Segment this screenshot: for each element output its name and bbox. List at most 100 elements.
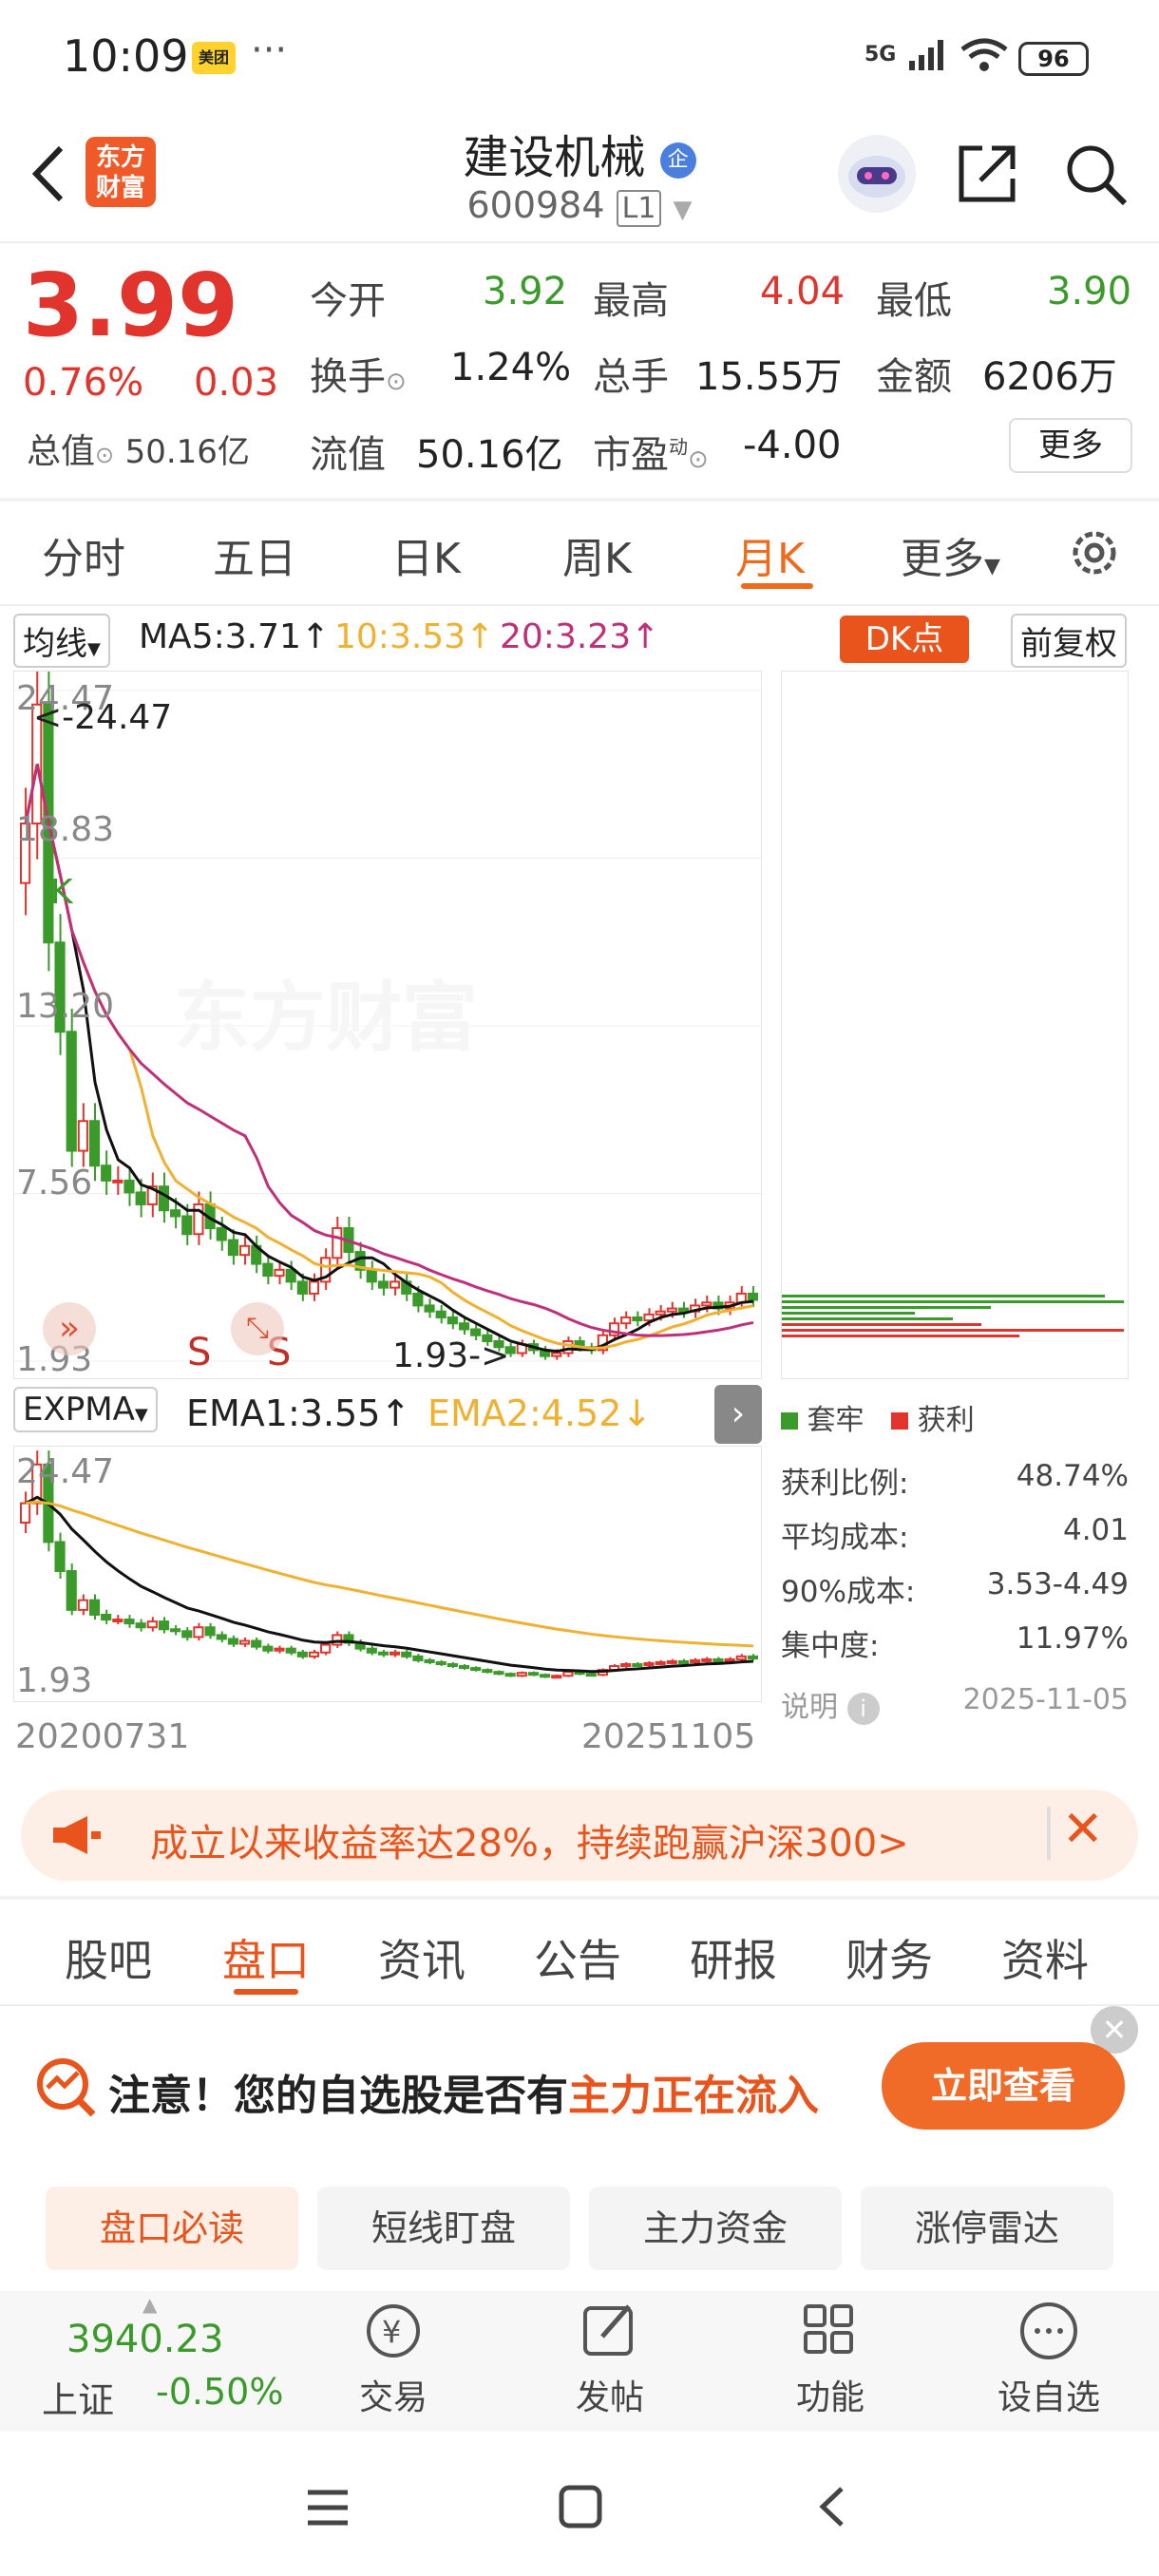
share-icon [959,145,1016,202]
candle-body [412,1292,424,1307]
ai-assistant-avatar[interactable] [838,135,916,213]
tab-more[interactable]: 更多▼ [901,524,1000,585]
tab-weekly-k[interactable]: 周K [562,524,632,585]
ytick-label: 18.83 [16,810,115,849]
section-tab-order-book[interactable]: 盘口 [222,1926,310,1989]
turnover: 换手⊙ [310,346,407,401]
adjust-selector[interactable]: 前复权 [1011,614,1127,668]
more-dots-icon [1020,2302,1077,2359]
chip-bar [782,1335,1019,1337]
pe-value: -4.00 [743,424,842,467]
nav-functions[interactable]: 功能 [764,2299,897,2419]
search-button[interactable] [1062,141,1130,213]
tab-daily-k[interactable]: 日K [391,524,461,585]
candle-body [643,1661,655,1667]
grid-icon [804,2304,853,2354]
volume-label: 总手 [593,355,669,399]
section-tab-news[interactable]: 资讯 [378,1926,466,1989]
candle-body [377,1651,389,1656]
subtab-limit-up-radar[interactable]: 涨停雷达 [861,2187,1113,2270]
view-now-button[interactable]: 立即查看 [882,2042,1125,2130]
nav-post[interactable]: 发帖 [543,2299,676,2419]
chip-stat-value: 3.53-4.49 [986,1567,1129,1601]
candle-body [390,1651,401,1656]
meituan-app-icon: 美团 [192,42,236,74]
candle-body [424,1658,435,1663]
candle-body [446,1663,458,1668]
nav-trade[interactable]: ¥ 交易 [327,2299,460,2419]
index-value[interactable]: 3940.23 [66,2318,223,2361]
section-tab-profile[interactable]: 资料 [1001,1926,1089,1989]
index-name[interactable]: 上证 [42,2371,114,2423]
section-tab-research[interactable]: 研报 [690,1926,777,1989]
subtab-main-fund[interactable]: 主力资金 [589,2187,842,2270]
candle-body [435,1660,446,1665]
k-marker: K [50,873,73,912]
market-cap-label: 总值 [27,432,96,471]
active-tab-indicator [741,583,813,589]
subtab-order-book-guide[interactable]: 盘口必读 [46,2187,298,2270]
gear-icon [1073,531,1116,575]
candle-body [216,1634,227,1640]
current-price: 3.99 [23,255,238,356]
promo-banner[interactable]: 成立以来收益率达28%，持续跑赢沪深300> ✕ [21,1790,1138,1881]
chevron-right-icon[interactable]: › [714,1385,762,1444]
dropdown-icon: ▼ [673,196,693,224]
chip-note-row[interactable]: 说明 i 2025-11-05 [781,1683,1129,1737]
trade-icon: ¥ [367,2304,420,2358]
zoom-icon[interactable]: ⤡ [231,1302,284,1355]
section-tab-announcements[interactable]: 公告 [534,1926,621,1989]
pe-ratio: 市盈动⊙ [593,424,709,479]
expma-selector[interactable]: EXPMA▼ [13,1387,158,1432]
home-icon[interactable] [557,2483,604,2534]
index-change[interactable]: -0.50% [156,2371,283,2413]
expand-right-icon[interactable]: » [43,1302,96,1355]
nav-post-label: 发帖 [575,2378,644,2417]
amount-value: 6206万 [982,355,1117,399]
back-nav-icon[interactable] [809,2483,857,2534]
edit-icon [583,2304,633,2356]
candle-body [238,1639,251,1645]
chip-distribution-chart [781,671,1129,1379]
chip-bar [782,1312,915,1315]
candle-body [262,1262,274,1278]
candle-body [66,1031,77,1152]
ma-selector[interactable]: 均线▼ [13,614,110,668]
chart-settings-button[interactable] [1066,524,1123,585]
section-tab-finance[interactable]: 财务 [846,1926,933,1989]
nav-functions-label: 功能 [795,2378,864,2417]
menu-icon[interactable] [304,2485,352,2536]
dk-point-button[interactable]: DK点 [840,616,969,663]
ytick-label: 13.20 [16,987,115,1026]
tab-five-day[interactable]: 五日 [213,524,296,585]
caret-down-icon: ▼ [87,639,101,659]
candle-body [458,1322,470,1331]
nav-add-watchlist[interactable]: 设自选 [982,2299,1115,2419]
candle-body [632,1663,643,1667]
low-value: 3.90 [1047,270,1132,313]
alert-text: 注意！您的自选股是否有主力正在流入 [108,2061,819,2122]
open-label: 今开 [310,279,386,323]
more-quote-button[interactable]: 更多 [1009,418,1132,473]
subtab-short-term-watch[interactable]: 短线盯盘 [317,2187,570,2270]
candle-body [401,1651,412,1657]
kline-chart[interactable]: 东方财富 24.47 18.83 13.20 7.56 1.93 <-24.47… [13,671,763,1379]
tab-intraday[interactable]: 分时 [42,524,125,585]
stock-name: 建设机械 [463,131,646,184]
section-tab-forum[interactable]: 股吧 [65,1926,152,1989]
chip-stats: 获利比例: 48.74% 平均成本: 4.01 90%成本: 3.53-4.49 集中… [781,1459,1129,1737]
share-button[interactable] [954,141,1020,211]
close-icon[interactable]: ✕ [1062,1801,1104,1858]
candle-body [677,1659,690,1664]
candle-body [274,1647,285,1652]
chip-note[interactable]: 说明 i [781,1683,880,1737]
ema2-value: EMA2:4.52↓ [428,1392,653,1434]
tab-monthly-k[interactable]: 月K [735,524,805,585]
candle-body [308,1280,320,1295]
candle-body [470,1328,482,1336]
candle-body [366,1268,377,1283]
candle-body [238,1244,251,1257]
candle-body [146,1620,158,1629]
ma-selector-label: 均线 [23,625,87,663]
ema-line [25,1500,753,1648]
